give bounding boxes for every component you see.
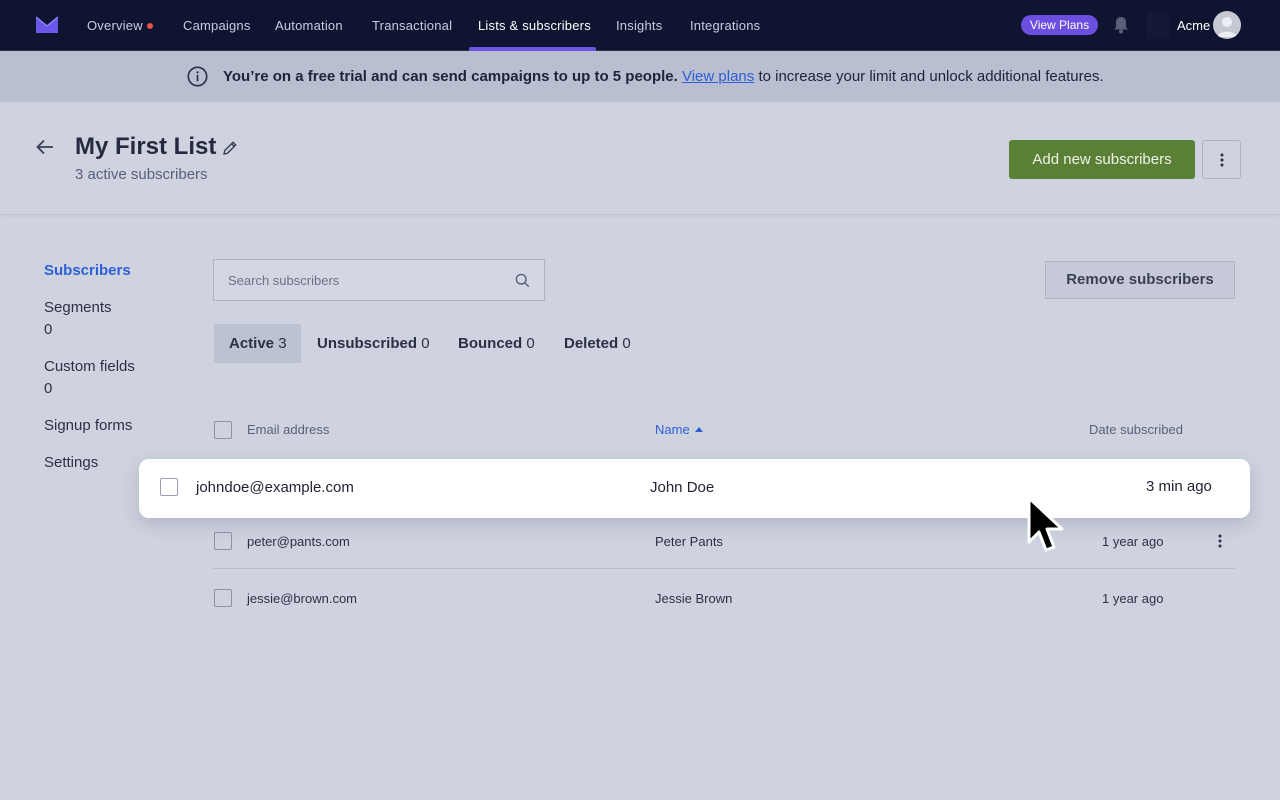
tab-label: Bounced xyxy=(458,335,523,352)
sidebar-item-custom-fields[interactable]: Custom fields xyxy=(44,358,135,375)
kebab-icon xyxy=(1220,153,1223,166)
nav-insights[interactable]: Insights xyxy=(616,0,662,51)
logo-icon[interactable] xyxy=(36,16,58,34)
mouse-cursor-icon xyxy=(1027,496,1064,552)
tab-count: 0 xyxy=(526,335,535,352)
tab-deleted[interactable]: Deleted 0 xyxy=(564,324,631,363)
trial-banner: You’re on a free trial and can send camp… xyxy=(0,51,1280,102)
table-row-highlighted[interactable]: johndoe@example.com John Doe 3 min ago xyxy=(139,459,1250,518)
row-checkbox[interactable] xyxy=(214,532,232,550)
tab-label: Active xyxy=(229,335,275,352)
sort-ascending-icon xyxy=(694,427,703,433)
column-header-date-subscribed[interactable]: Date subscribed xyxy=(1089,422,1183,437)
nav-transactional[interactable]: Transactional xyxy=(372,0,452,51)
sidebar-item-settings[interactable]: Settings xyxy=(44,454,98,471)
banner-bold-text: You’re on a free trial and can send camp… xyxy=(223,68,678,85)
tab-active[interactable]: Active 3 xyxy=(214,324,301,363)
row-name: Peter Pants xyxy=(655,534,723,549)
nav-overview[interactable]: Overview xyxy=(87,0,143,51)
tab-count: 0 xyxy=(622,335,631,352)
banner-message: You’re on a free trial and can send camp… xyxy=(223,51,1104,102)
user-icon xyxy=(1217,17,1237,37)
notification-dot xyxy=(147,23,153,29)
more-options-button[interactable] xyxy=(1202,140,1241,179)
row-name: John Doe xyxy=(650,479,715,496)
column-header-email[interactable]: Email address xyxy=(247,422,329,437)
nav-automation[interactable]: Automation xyxy=(275,0,343,51)
add-new-subscribers-button[interactable]: Add new subscribers xyxy=(1009,140,1195,179)
column-header-name-label: Name xyxy=(655,422,690,437)
avatar[interactable] xyxy=(1213,11,1241,39)
page-header: My First List 3 active subscribers Add n… xyxy=(0,102,1280,215)
search-box xyxy=(213,259,545,301)
sidebar-item-subscribers[interactable]: Subscribers xyxy=(44,262,131,279)
row-divider xyxy=(213,568,1235,569)
org-name[interactable]: Acme xyxy=(1177,0,1210,51)
column-header-name[interactable]: Name xyxy=(655,422,703,437)
tab-count: 0 xyxy=(421,335,430,352)
row-name: Jessie Brown xyxy=(655,591,733,606)
top-nav: Overview Campaigns Automation Transactio… xyxy=(0,0,1280,51)
row-checkbox[interactable] xyxy=(160,478,178,496)
search-icon[interactable] xyxy=(515,273,530,288)
nav-integrations[interactable]: Integrations xyxy=(690,0,760,51)
nav-campaigns[interactable]: Campaigns xyxy=(183,0,251,51)
row-email[interactable]: jessie@brown.com xyxy=(247,591,357,606)
org-logo xyxy=(1147,13,1169,39)
sidebar-item-signup-forms[interactable]: Signup forms xyxy=(44,417,132,434)
view-plans-button[interactable]: View Plans xyxy=(1021,15,1098,35)
tab-unsubscribed[interactable]: Unsubscribed 0 xyxy=(317,324,430,363)
tab-count: 3 xyxy=(278,335,287,352)
custom-fields-count: 0 xyxy=(44,380,53,397)
tab-bounced[interactable]: Bounced 0 xyxy=(458,324,535,363)
segments-count: 0 xyxy=(44,321,53,338)
row-date: 1 year ago xyxy=(1102,534,1164,549)
select-all-checkbox[interactable] xyxy=(214,421,232,439)
row-more-button[interactable] xyxy=(1211,534,1229,548)
tab-label: Deleted xyxy=(564,335,619,352)
kebab-icon xyxy=(1218,534,1222,548)
view-plans-link[interactable]: View plans xyxy=(682,68,754,85)
info-icon xyxy=(187,66,208,87)
banner-tail-text: to increase your limit and unlock additi… xyxy=(758,68,1104,85)
sidebar-item-segments[interactable]: Segments xyxy=(44,299,112,316)
row-checkbox[interactable] xyxy=(214,589,232,607)
row-email[interactable]: johndoe@example.com xyxy=(196,479,354,496)
remove-subscribers-button[interactable]: Remove subscribers xyxy=(1045,261,1235,299)
nav-lists-subscribers[interactable]: Lists & subscribers xyxy=(478,0,591,51)
search-input[interactable] xyxy=(214,260,504,300)
row-date: 1 year ago xyxy=(1102,591,1164,606)
bell-icon[interactable] xyxy=(1113,16,1129,34)
row-email[interactable]: peter@pants.com xyxy=(247,534,350,549)
pencil-icon[interactable] xyxy=(222,140,238,156)
row-date: 3 min ago xyxy=(1146,478,1212,495)
tab-label: Unsubscribed xyxy=(317,335,418,352)
page-title: My First List xyxy=(75,133,217,160)
active-subscribers-count: 3 active subscribers xyxy=(75,166,208,183)
back-arrow-icon[interactable] xyxy=(36,139,54,155)
